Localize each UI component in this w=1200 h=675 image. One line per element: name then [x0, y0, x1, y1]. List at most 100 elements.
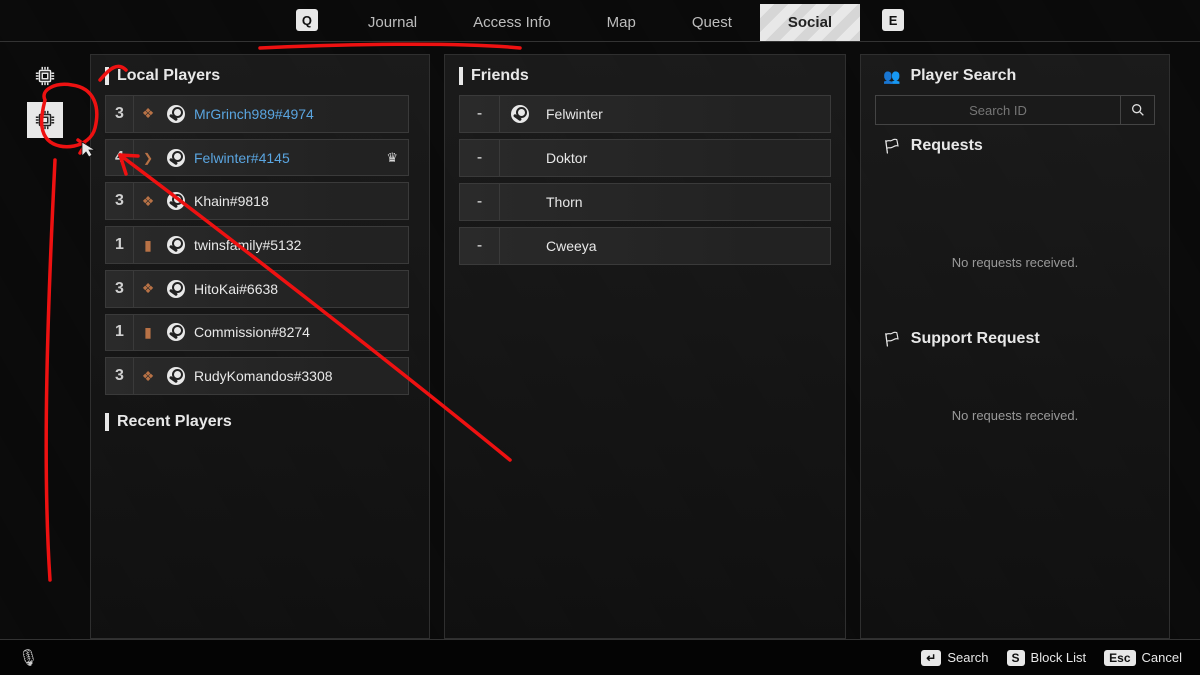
player-name: HitoKai#6638	[190, 281, 408, 297]
rank-icon: ❖	[134, 105, 162, 122]
steam-icon	[162, 105, 190, 123]
friend-row[interactable]: - Felwinter	[459, 95, 831, 133]
player-name: Commission#8274	[190, 324, 408, 340]
friends-header: Friends	[459, 67, 831, 85]
chevron-down-icon: ❯	[134, 151, 162, 165]
local-player-row[interactable]: 3 ❖ RudyKomandos#3308	[105, 357, 409, 395]
steam-icon	[162, 192, 190, 210]
party-size: 1	[106, 227, 134, 263]
local-player-row[interactable]: 1 ▮ Commission#8274	[105, 314, 409, 352]
friend-status: -	[460, 96, 500, 132]
party-size: 3	[106, 358, 134, 394]
hint-label: Cancel	[1142, 650, 1182, 665]
friend-row[interactable]: - Thorn	[459, 183, 831, 221]
support-empty-text: No requests received.	[875, 408, 1155, 423]
rank-icon: ❖	[134, 368, 162, 385]
friend-name: Cweeya	[540, 238, 830, 254]
rank-icon: ❖	[134, 280, 162, 297]
player-search-header: 👥 Player Search	[875, 67, 1155, 85]
friend-name: Felwinter	[540, 106, 830, 122]
local-player-row[interactable]: 4 ❯ Felwinter#4145 ♛	[105, 139, 409, 177]
friend-status: -	[460, 140, 500, 176]
party-size: 3	[106, 271, 134, 307]
local-player-row[interactable]: 3 ❖ MrGrinch989#4974	[105, 95, 409, 133]
support-request-header-label: Support Request	[911, 330, 1040, 348]
tab-access-info[interactable]: Access Info	[445, 4, 579, 41]
tab-key-left: Q	[296, 9, 318, 31]
recent-players-list	[105, 441, 415, 626]
bottom-bar: 🎙 ↵ Search S Block List Esc Cancel	[0, 639, 1200, 675]
requests-area: No requests received.	[875, 165, 1155, 270]
hint-block-list: S Block List	[1007, 650, 1087, 666]
hint-label: Block List	[1031, 650, 1087, 665]
support-area: No requests received.	[875, 358, 1155, 423]
steam-icon	[500, 105, 540, 123]
hint-label: Search	[947, 650, 988, 665]
search-row	[875, 95, 1155, 125]
hint-cancel: Esc Cancel	[1104, 650, 1182, 666]
player-name: RudyKomandos#3308	[190, 368, 408, 384]
friend-status: -	[460, 184, 500, 220]
recent-players-header: Recent Players	[105, 413, 415, 431]
chip-button-2[interactable]	[29, 104, 61, 136]
player-search-icon: 👥	[883, 68, 900, 85]
requests-header-label: Requests	[911, 137, 983, 155]
party-size: 1	[106, 315, 134, 351]
key-s-icon: S	[1007, 650, 1025, 666]
player-name: MrGrinch989#4974	[190, 106, 408, 122]
local-player-row[interactable]: 3 ❖ Khain#9818	[105, 182, 409, 220]
party-size: 4	[106, 140, 134, 176]
chip-icon	[34, 109, 56, 131]
rank-icon: ❖	[134, 193, 162, 210]
tab-social[interactable]: Social	[760, 4, 860, 41]
friend-status: -	[460, 228, 500, 264]
friend-name: Doktor	[540, 150, 830, 166]
steam-icon	[162, 236, 190, 254]
panel-friends: Friends - Felwinter - Doktor - Thorn	[444, 54, 846, 639]
steam-icon	[162, 367, 190, 385]
main-area: Local Players 3 ❖ MrGrinch989#4974 4 ❯ F…	[0, 42, 1200, 639]
left-sidebar	[0, 54, 90, 639]
local-players-header: Local Players	[105, 67, 415, 85]
support-request-header: 🏳 Support Request	[875, 330, 1155, 348]
search-icon	[1130, 102, 1146, 118]
panel-player-search: 👥 Player Search 🏳 Requests No requests r…	[860, 54, 1170, 639]
friend-row[interactable]: - Cweeya	[459, 227, 831, 265]
recent-players-header-label: Recent Players	[117, 413, 232, 431]
panel-local-players: Local Players 3 ❖ MrGrinch989#4974 4 ❯ F…	[90, 54, 430, 639]
key-enter-icon: ↵	[921, 650, 941, 666]
tab-map[interactable]: Map	[579, 4, 664, 41]
top-tab-bar: Q Journal Access Info Map Quest Social E	[0, 0, 1200, 42]
local-player-row[interactable]: 3 ❖ HitoKai#6638	[105, 270, 409, 308]
requests-header: 🏳 Requests	[875, 137, 1155, 155]
hint-search: ↵ Search	[921, 650, 988, 666]
tab-journal[interactable]: Journal	[340, 4, 445, 41]
rank-icon: ▮	[134, 237, 162, 254]
friend-name: Thorn	[540, 194, 830, 210]
player-name: Khain#9818	[190, 193, 408, 209]
player-name: Felwinter#4145	[190, 150, 386, 166]
local-players-header-label: Local Players	[117, 67, 220, 85]
local-players-list: 3 ❖ MrGrinch989#4974 4 ❯ Felwinter#4145 …	[105, 95, 415, 395]
party-size: 3	[106, 96, 134, 132]
search-id-input[interactable]	[875, 95, 1121, 125]
chip-icon	[34, 65, 56, 87]
crown-icon: ♛	[386, 150, 408, 166]
search-button[interactable]	[1121, 95, 1155, 125]
tab-key-right: E	[882, 9, 904, 31]
key-esc-icon: Esc	[1104, 650, 1135, 666]
steam-icon	[162, 280, 190, 298]
steam-icon	[162, 149, 190, 167]
tab-quest[interactable]: Quest	[664, 4, 760, 41]
mic-icon[interactable]: 🎙	[18, 648, 38, 668]
friends-list: - Felwinter - Doktor - Thorn - C	[459, 95, 831, 265]
local-player-row[interactable]: 1 ▮ twinsfamily#5132	[105, 226, 409, 264]
party-size: 3	[106, 183, 134, 219]
rank-icon: ▮	[134, 324, 162, 341]
friends-header-label: Friends	[471, 67, 529, 85]
chip-button-1[interactable]	[29, 60, 61, 92]
friend-row[interactable]: - Doktor	[459, 139, 831, 177]
flag-icon: 🏳	[883, 331, 901, 348]
flag-icon: 🏳	[883, 138, 901, 155]
player-search-header-label: Player Search	[910, 67, 1016, 85]
